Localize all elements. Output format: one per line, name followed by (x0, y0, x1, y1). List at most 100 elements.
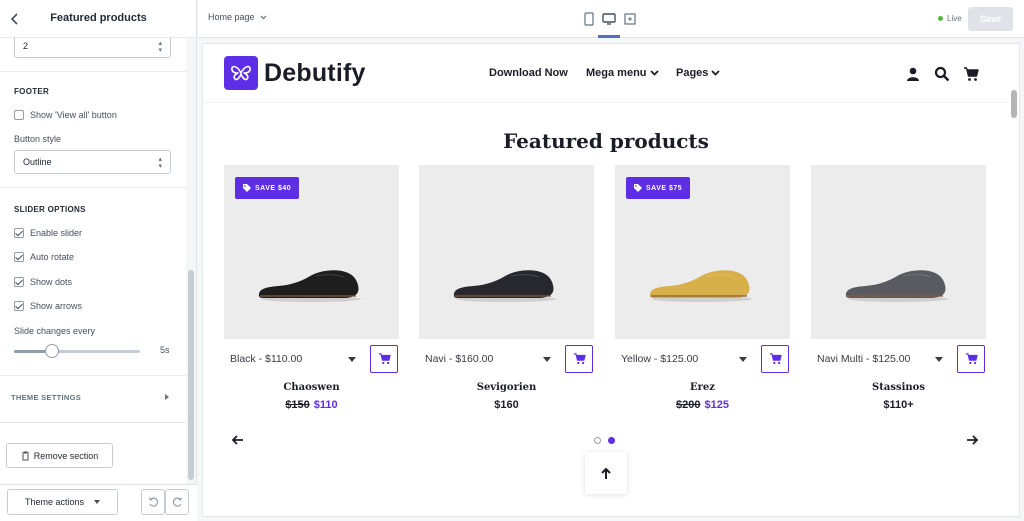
button-style-select[interactable]: Outline ▴ ▾ (14, 150, 171, 174)
enable-slider-option[interactable]: Enable slider (14, 226, 82, 240)
header-divider (203, 102, 1009, 103)
nav-pages[interactable]: Pages (676, 67, 721, 79)
live-label: Live (947, 14, 962, 23)
variant-select-value: Navi - $160.00 (425, 353, 494, 365)
product-price: $110+ (811, 399, 986, 411)
caret-down-icon (739, 357, 747, 362)
product-image[interactable]: SAVE $75 (615, 165, 790, 339)
mobile-view-icon[interactable] (581, 11, 597, 27)
preview-scroll-thumb[interactable] (1011, 90, 1017, 118)
compare-at-price: $150 (285, 399, 310, 411)
sale-badge-label: SAVE $40 (255, 184, 292, 192)
caret-down-icon (348, 357, 356, 362)
show-view-all-option[interactable]: Show 'View all' button (14, 108, 117, 122)
back-to-top-button[interactable] (585, 452, 627, 494)
current-price: $125 (704, 399, 729, 411)
sidebar-scrollbar[interactable] (186, 38, 196, 484)
current-price: $110 (313, 399, 338, 411)
caret-down-icon (543, 357, 551, 362)
butterfly-logo-icon (224, 56, 258, 90)
nav-pages-label: Pages (676, 67, 709, 79)
slide-changes-slider[interactable] (14, 344, 140, 358)
loafer-shoe-icon (845, 270, 948, 302)
active-device-indicator (598, 35, 620, 38)
show-dots-checkbox[interactable] (14, 277, 24, 287)
sidebar-scroll-thumb[interactable] (188, 270, 194, 480)
account-icon[interactable] (905, 66, 921, 82)
undo-button[interactable] (141, 489, 165, 515)
slider-dot-1[interactable] (594, 437, 601, 444)
divider (0, 187, 186, 188)
product-title[interactable]: Stassinos (811, 382, 986, 393)
slider-dot-2[interactable] (608, 437, 615, 444)
variant-select[interactable]: Navi - $160.00 (425, 353, 555, 365)
button-style-value: Outline (23, 157, 52, 167)
cart-icon (378, 353, 391, 365)
auto-rotate-checkbox[interactable] (14, 252, 24, 262)
divider (0, 422, 186, 423)
product-title[interactable]: Chaoswen (224, 382, 399, 393)
sale-badge-label: SAVE $75 (646, 184, 683, 192)
variant-select[interactable]: Yellow - $125.00 (621, 353, 751, 365)
cart-icon[interactable] (963, 66, 979, 82)
add-to-cart-button[interactable] (957, 345, 985, 373)
show-arrows-option[interactable]: Show arrows (14, 299, 82, 313)
product-title[interactable]: Sevigorien (419, 382, 594, 393)
product-price: $150 $110 (224, 399, 399, 411)
enable-slider-checkbox[interactable] (14, 228, 24, 238)
tag-icon (634, 184, 642, 192)
show-dots-option[interactable]: Show dots (14, 275, 72, 289)
sale-badge: SAVE $75 (626, 177, 691, 199)
fullscreen-view-icon[interactable] (622, 11, 638, 27)
store-logo[interactable]: Debutify (224, 56, 366, 90)
select-arrows-icon: ▴ ▾ (158, 40, 162, 54)
theme-actions-button[interactable]: Theme actions (7, 489, 118, 515)
variant-select[interactable]: Black - $110.00 (230, 353, 360, 365)
sale-badge: SAVE $40 (235, 177, 300, 199)
divider (0, 375, 186, 376)
preview-scrollbar[interactable] (1009, 86, 1019, 516)
add-to-cart-button[interactable] (761, 345, 789, 373)
live-status: Live (938, 14, 962, 23)
theme-actions-label: Theme actions (24, 497, 85, 507)
current-price: $160 (494, 399, 519, 411)
columns-select-value: 2 (23, 41, 29, 51)
nav-download-now[interactable]: Download Now (489, 67, 568, 79)
show-view-all-checkbox[interactable] (14, 110, 24, 120)
desktop-view-icon[interactable] (601, 11, 617, 27)
slider-handle[interactable] (44, 344, 59, 358)
add-to-cart-button[interactable] (565, 345, 593, 373)
editor-topbar: Home page Live Save (198, 0, 1024, 38)
section-title: Featured products (503, 129, 709, 153)
product-title[interactable]: Erez (615, 382, 790, 393)
arrow-right-icon[interactable] (965, 433, 979, 447)
variant-select[interactable]: Navi Multi - $125.00 (817, 353, 947, 365)
remove-section-button[interactable]: Remove section (6, 443, 113, 468)
add-to-cart-button[interactable] (370, 345, 398, 373)
columns-select[interactable]: 2 ▴ ▾ (14, 38, 171, 58)
product-image[interactable] (811, 165, 986, 339)
slider-options-heading: SLIDER OPTIONS (14, 205, 86, 214)
loafer-shoe-icon (649, 270, 752, 302)
auto-rotate-option[interactable]: Auto rotate (14, 250, 74, 264)
store-preview: Debutify Download Now Mega menu Pages Fe… (203, 44, 1019, 516)
show-view-all-label: Show 'View all' button (30, 110, 117, 120)
theme-settings-link[interactable]: THEME SETTINGS (11, 393, 81, 402)
cart-icon (573, 353, 586, 365)
search-icon[interactable] (934, 66, 950, 82)
arrow-left-icon[interactable] (231, 433, 245, 447)
chevron-down-icon (711, 70, 721, 76)
loafer-shoe-icon (258, 270, 361, 302)
nav-mega-menu-label: Mega menu (586, 67, 647, 79)
show-arrows-checkbox[interactable] (14, 301, 24, 311)
enable-slider-label: Enable slider (30, 228, 83, 238)
nav-mega-menu[interactable]: Mega menu (586, 67, 659, 79)
product-image[interactable]: SAVE $40 (224, 165, 399, 339)
footer-heading: FOOTER (14, 87, 50, 96)
redo-button[interactable] (165, 489, 189, 515)
page-selector[interactable]: Home page (208, 12, 267, 22)
product-image[interactable] (419, 165, 594, 339)
chevron-down-icon (94, 500, 101, 504)
tag-icon (243, 184, 251, 192)
save-button[interactable]: Save (968, 7, 1013, 31)
